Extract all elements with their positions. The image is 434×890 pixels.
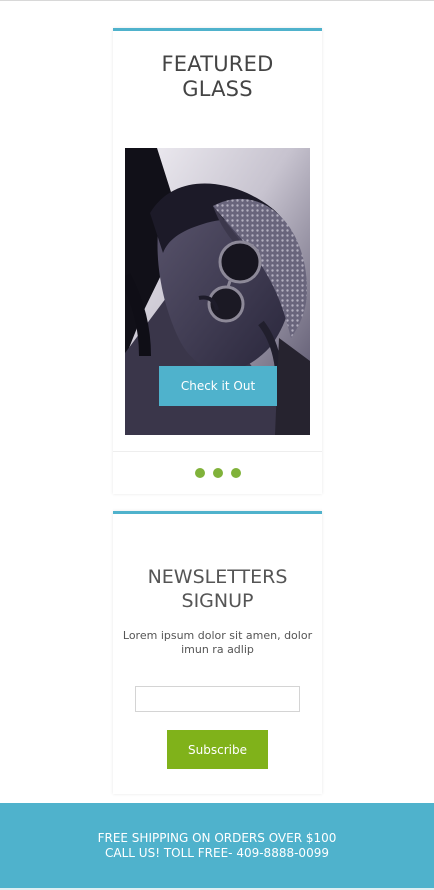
free-shipping-text: FREE SHIPPING ON ORDERS OVER $100	[97, 831, 337, 845]
slider-pagination	[113, 451, 322, 494]
top-divider	[0, 0, 434, 1]
featured-product-image[interactable]: Check it Out	[125, 148, 310, 435]
featured-glass-card: FEATURED GLASS Check it Out	[113, 28, 322, 494]
slider-dot-1[interactable]	[194, 468, 205, 478]
slider-dot-3[interactable]	[230, 468, 241, 478]
featured-title: FEATURED GLASS	[161, 52, 274, 101]
slider-dot-2[interactable]	[212, 468, 223, 478]
newsletter-signup-card: NEWSLETTERS SIGNUP Lorem ipsum dolor sit…	[113, 511, 322, 794]
toll-free-text: CALL US! TOLL FREE- 409-8888-0099	[105, 846, 329, 860]
footer-banner: FREE SHIPPING ON ORDERS OVER $100 CALL U…	[0, 803, 434, 888]
newsletter-title: NEWSLETTERS SIGNUP	[147, 566, 288, 612]
subscribe-button[interactable]: Subscribe	[167, 730, 268, 769]
newsletter-description: Lorem ipsum dolor sit amen, dolor imun r…	[122, 629, 313, 656]
newsletter-email-input[interactable]	[135, 686, 300, 712]
check-it-out-button[interactable]: Check it Out	[159, 366, 277, 406]
